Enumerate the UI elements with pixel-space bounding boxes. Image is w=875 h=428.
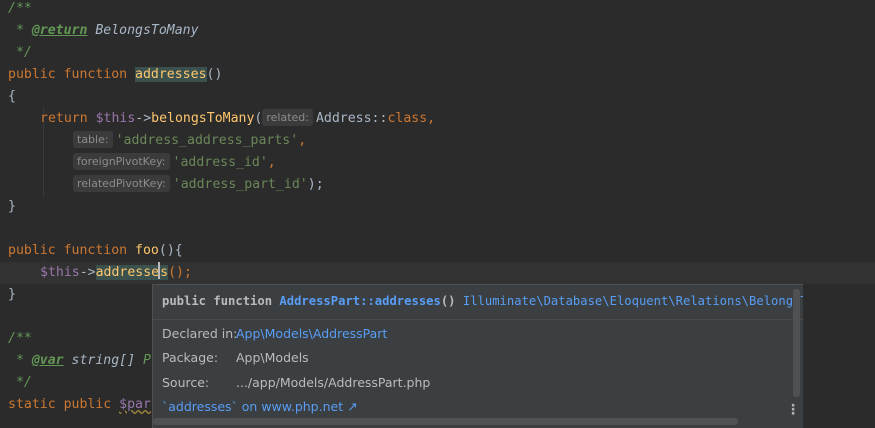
code-line-13: $this->addresses(); bbox=[40, 262, 192, 284]
code-line-8: foreignPivotKey:'address_id', bbox=[73, 152, 276, 174]
doc-tag: @var bbox=[31, 353, 64, 368]
code-line-18: */ bbox=[8, 375, 32, 390]
declared-in-link[interactable]: App\Models\AddressPart bbox=[236, 326, 387, 341]
code-line-1: /** bbox=[8, 1, 32, 16]
vertical-scrollbar[interactable] bbox=[793, 289, 800, 397]
code-line-17: * @var string[] P bbox=[8, 353, 151, 368]
param-hint-related: related: bbox=[262, 109, 313, 126]
code-line-7: table:'address_address_parts', bbox=[73, 130, 306, 152]
return-type-link[interactable]: Illuminate\Database\Eloquent\Relations\B… bbox=[463, 294, 803, 308]
code-line-2: * @return BelongsToMany bbox=[8, 23, 199, 38]
method-call-addresses[interactable]: addresses bbox=[95, 262, 169, 280]
param-hint-relatedPivotKey: relatedPivotKey: bbox=[73, 175, 170, 192]
param-hint-foreignPivotKey: foreignPivotKey: bbox=[73, 153, 170, 170]
code-line-12: public function foo(){ bbox=[8, 243, 183, 258]
code-line-3: */ bbox=[8, 45, 32, 60]
popup-divider bbox=[153, 319, 803, 320]
function-call-belongsToMany[interactable]: belongsToMany bbox=[151, 111, 254, 126]
code-line-19: static public $par bbox=[8, 397, 151, 412]
function-name-addresses[interactable]: addresses bbox=[135, 67, 207, 82]
code-line-4: public function addresses() bbox=[8, 67, 223, 82]
declared-in-row: Declared in: App\Models\AddressPart bbox=[162, 326, 388, 341]
doc-tag: @return bbox=[31, 23, 88, 38]
more-options-icon[interactable]: ⋮ bbox=[786, 402, 800, 418]
code-line-10: } bbox=[8, 199, 16, 214]
code-line-6: return $this->belongsToMany(related: Addr… bbox=[40, 109, 436, 126]
code-line-14: } bbox=[8, 287, 16, 302]
code-line-5: { bbox=[8, 89, 16, 104]
code-line-16: /** bbox=[8, 331, 32, 346]
horizontal-scrollbar[interactable] bbox=[153, 418, 738, 425]
source-row: Source: .../app/Models/AddressPart.php bbox=[162, 375, 431, 390]
function-name-foo[interactable]: foo bbox=[135, 243, 159, 258]
method-signature: public function AddressPart::addresses()… bbox=[162, 294, 803, 308]
code-line-9: relatedPivotKey:'address_part_id'); bbox=[73, 174, 324, 196]
quick-documentation-popup[interactable]: public function AddressPart::addresses()… bbox=[152, 284, 803, 428]
param-hint-table: table: bbox=[73, 131, 113, 148]
php-net-link[interactable]: `addresses` on www.php.net ↗ bbox=[162, 399, 358, 414]
package-row: Package: App\Models bbox=[162, 350, 309, 365]
method-name-link[interactable]: AddressPart::addresses bbox=[279, 294, 440, 308]
